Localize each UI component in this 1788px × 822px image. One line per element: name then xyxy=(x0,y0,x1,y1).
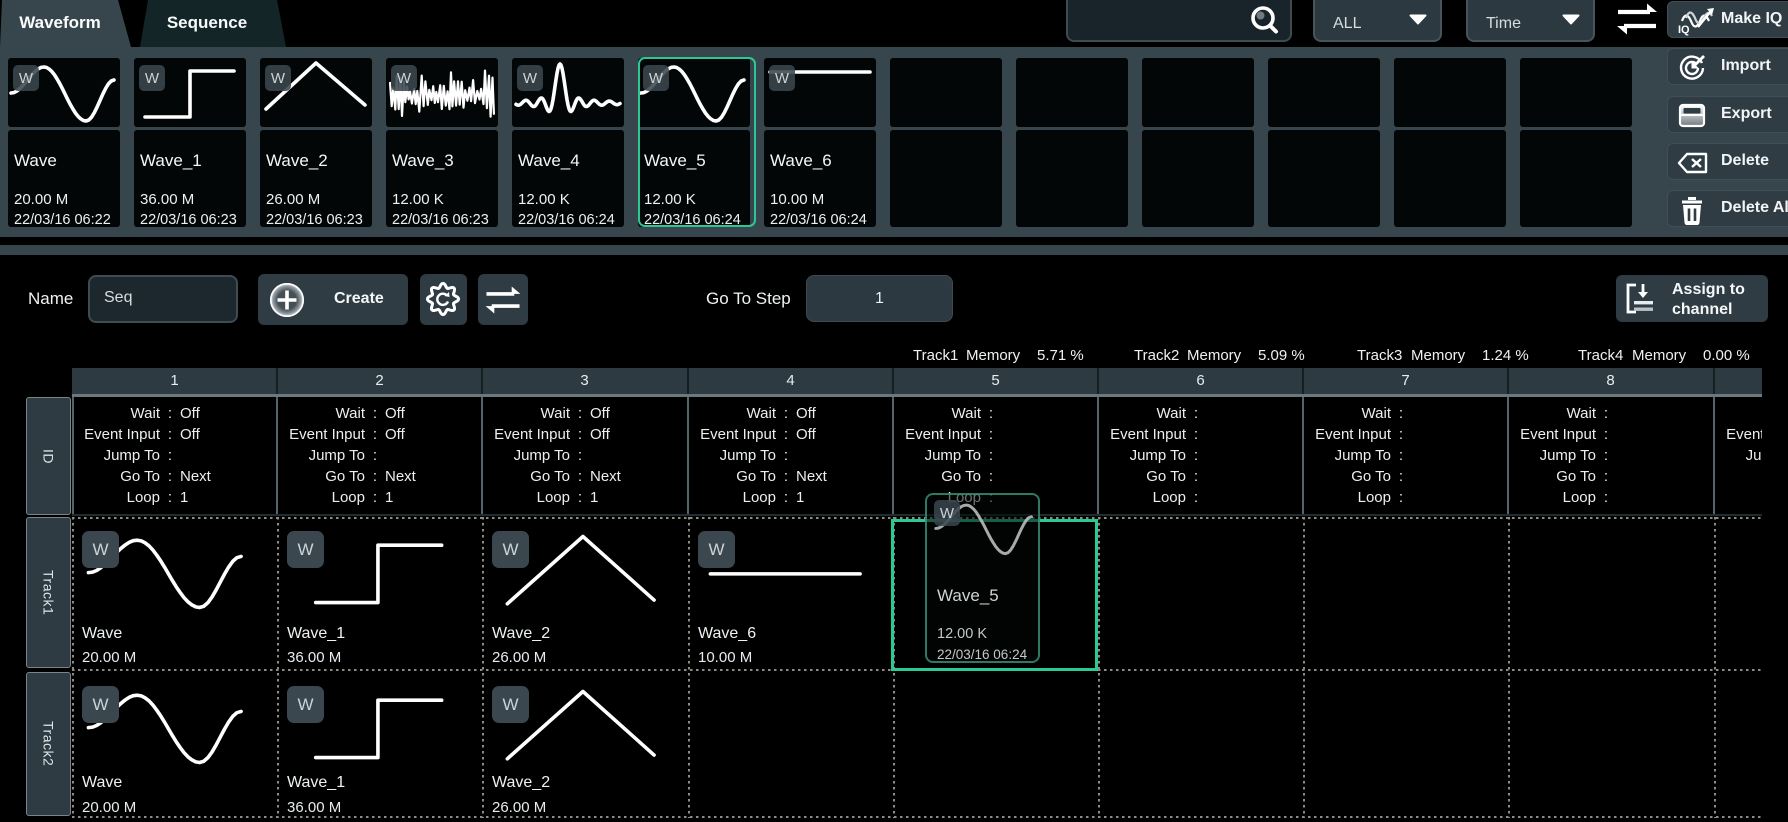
svg-text:IQ: IQ xyxy=(1678,24,1690,36)
